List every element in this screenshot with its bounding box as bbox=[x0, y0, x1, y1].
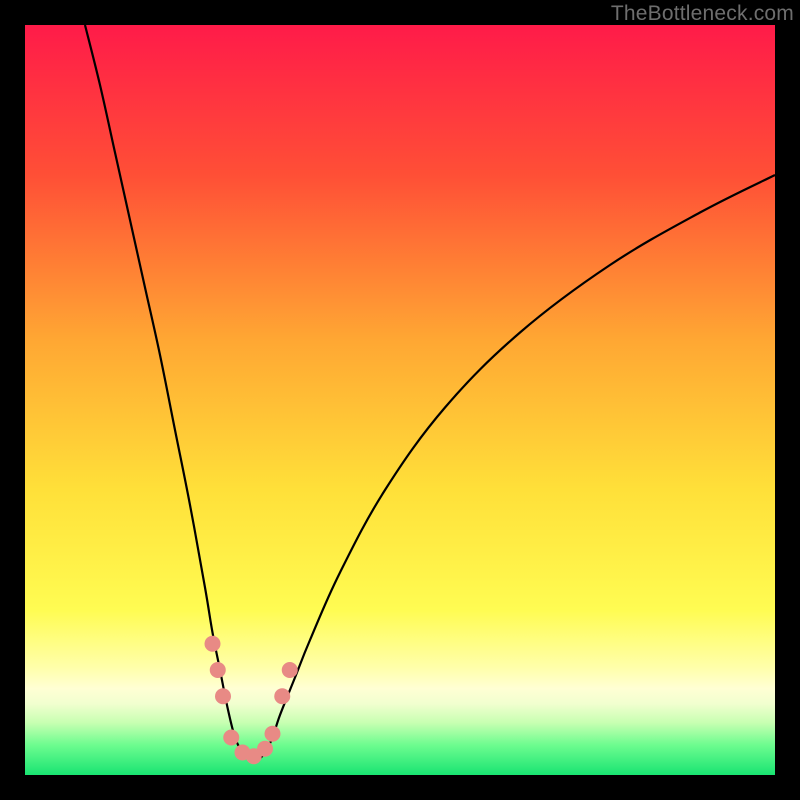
marker-dot bbox=[282, 662, 298, 678]
marker-dot bbox=[274, 688, 290, 704]
marker-group bbox=[205, 636, 298, 765]
watermark-label: TheBottleneck.com bbox=[611, 2, 794, 26]
marker-dot bbox=[215, 688, 231, 704]
marker-dot bbox=[205, 636, 221, 652]
marker-dot bbox=[265, 726, 281, 742]
marker-dot bbox=[210, 662, 226, 678]
chart-plot bbox=[25, 25, 775, 775]
chart-frame bbox=[25, 25, 775, 775]
marker-dot bbox=[257, 741, 273, 757]
bottleneck-curve bbox=[85, 25, 775, 761]
marker-dot bbox=[223, 730, 239, 746]
